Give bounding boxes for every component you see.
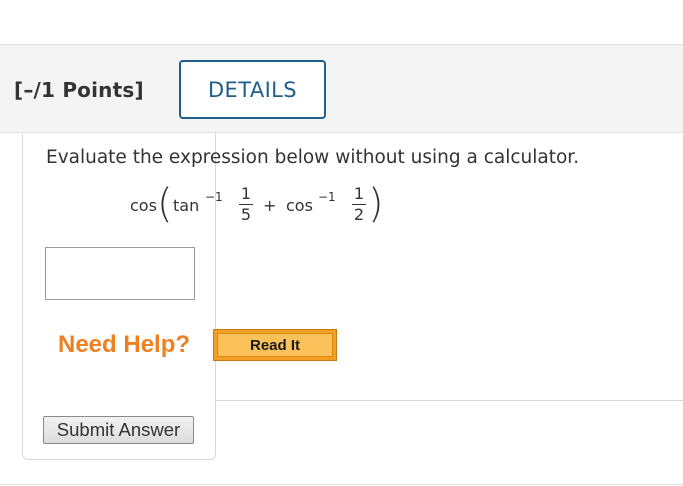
question-header: [–/1 Points] DETAILS: [0, 45, 683, 133]
bottom-divider: [0, 484, 683, 485]
cos-function: cos: [130, 196, 157, 215]
fraction-denominator: 2: [353, 205, 365, 224]
points-label: [–/1 Points]: [14, 78, 144, 102]
question-prompt: Evaluate the expression below without us…: [46, 147, 580, 168]
box-divider: [215, 400, 683, 401]
tan-function: tan: [173, 196, 200, 215]
cos-inverse-sup: −1: [318, 190, 336, 204]
cos-inverse-function: cos: [286, 196, 313, 215]
plus-sign: +: [263, 196, 277, 215]
fraction-denominator: 5: [240, 205, 252, 224]
answer-input[interactable]: [45, 247, 195, 300]
right-paren: ): [368, 181, 384, 227]
fraction-numerator: 1: [240, 184, 252, 203]
need-help-label: Need Help?: [58, 331, 191, 358]
left-paren: (: [157, 181, 173, 227]
submit-answer-button[interactable]: Submit Answer: [43, 416, 194, 444]
tan-inverse-sup: −1: [205, 190, 223, 204]
read-it-button[interactable]: Read It: [213, 329, 337, 361]
details-button[interactable]: DETAILS: [179, 60, 326, 119]
read-it-label: Read It: [217, 333, 333, 357]
fraction-numerator: 1: [353, 184, 365, 203]
